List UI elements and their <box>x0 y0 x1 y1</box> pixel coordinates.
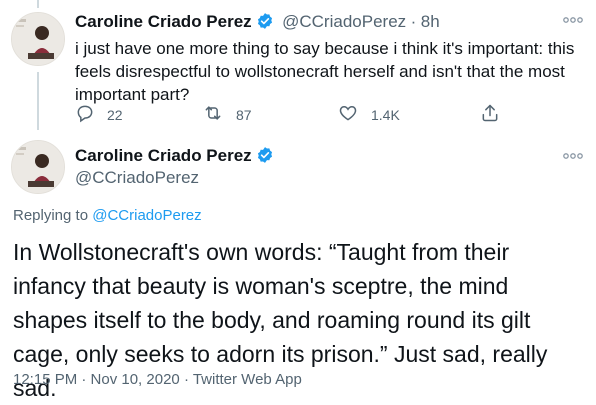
time-ago[interactable]: 8h <box>421 12 440 31</box>
avatar[interactable] <box>11 12 65 66</box>
retweet-action[interactable]: 87 <box>202 103 252 126</box>
source-link[interactable]: Twitter Web App <box>193 371 302 388</box>
avatar[interactable] <box>11 140 65 194</box>
more-options-icon[interactable] <box>562 148 584 164</box>
separator: · <box>183 371 189 388</box>
tweet-text: i just have one more thing to say becaus… <box>75 39 575 104</box>
thread-line-bottom <box>37 72 39 130</box>
timestamp-link[interactable]: 12:15 PM · Nov 10, 2020 <box>13 371 180 388</box>
like-icon <box>337 103 359 126</box>
retweet-icon <box>202 103 224 126</box>
reply-count: 22 <box>107 106 123 123</box>
replying-to: Replying to @CCriadoPerez <box>13 207 202 224</box>
like-action[interactable]: 1.4K <box>337 103 400 126</box>
share-icon[interactable] <box>480 103 500 123</box>
thread-line-top <box>37 0 39 8</box>
author-name[interactable]: Caroline Criado Perez <box>75 12 252 31</box>
reply-icon <box>75 103 95 126</box>
replying-to-handle-link[interactable]: @CCriadoPerez <box>92 207 201 224</box>
more-options-icon[interactable] <box>562 12 584 28</box>
author-handle[interactable]: @CCriadoPerez <box>75 168 199 188</box>
author-handle[interactable]: @CCriadoPerez <box>282 12 406 31</box>
like-count: 1.4K <box>371 106 400 123</box>
author-name[interactable]: Caroline Criado Perez <box>75 146 252 165</box>
replying-to-label: Replying to <box>13 207 89 224</box>
tweet-meta: 12:15 PM · Nov 10, 2020 · Twitter Web Ap… <box>13 371 302 388</box>
reply-action[interactable]: 22 <box>75 103 123 126</box>
verified-badge-icon <box>256 12 274 35</box>
retweet-count: 87 <box>236 106 252 123</box>
verified-badge-icon <box>256 146 274 169</box>
separator: · <box>410 12 417 31</box>
